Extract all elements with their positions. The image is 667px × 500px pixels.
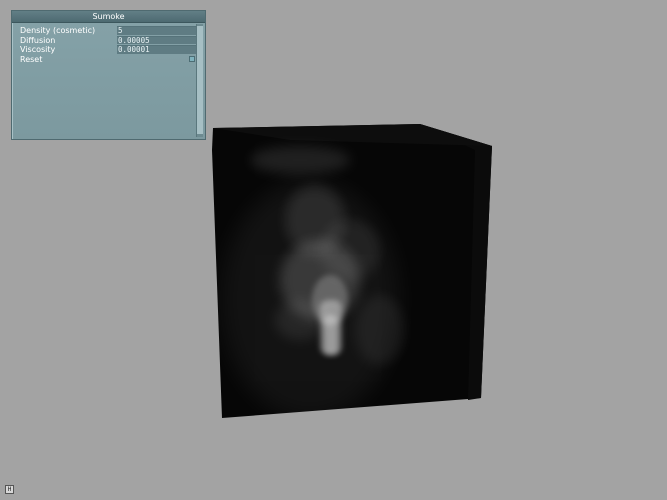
diffusion-field[interactable]: 0.00005 — [117, 35, 197, 44]
param-list: Density (cosmetic) 5 Diffusion 0.00005 V… — [19, 26, 197, 64]
density-field[interactable]: 5 — [117, 26, 197, 35]
settings-panel[interactable]: Sumoke Density (cosmetic) 5 Diffusion 0.… — [11, 10, 206, 140]
param-row-density[interactable]: Density (cosmetic) 5 — [19, 26, 197, 36]
viscosity-field[interactable]: 0.00001 — [117, 45, 197, 54]
reset-button[interactable] — [189, 56, 195, 63]
reset-label: Reset — [20, 54, 43, 64]
param-label: Diffusion — [20, 35, 56, 45]
param-row-diffusion[interactable]: Diffusion 0.00005 — [19, 35, 197, 46]
param-row-viscosity[interactable]: Viscosity 0.00001 — [19, 45, 197, 55]
panel-title[interactable]: Sumoke — [12, 11, 205, 23]
param-label: Density (cosmetic) — [20, 26, 96, 35]
scrollbar-thumb[interactable] — [197, 26, 203, 134]
param-label: Viscosity — [20, 45, 56, 55]
window-icon[interactable]: H — [5, 485, 14, 494]
reset-row[interactable]: Reset — [19, 55, 197, 65]
panel-scrollbar[interactable] — [196, 24, 203, 137]
